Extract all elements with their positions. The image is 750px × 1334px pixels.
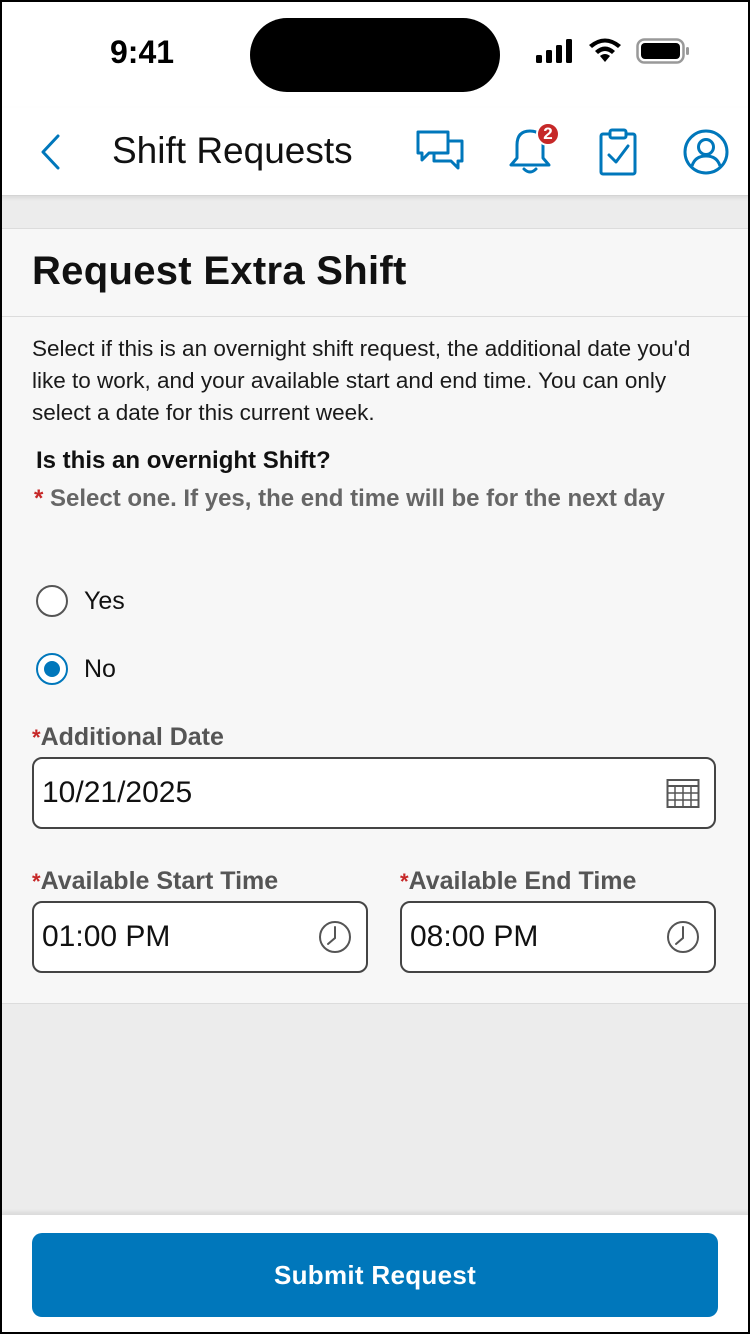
clock-icon [667,921,699,953]
required-mark: * [34,485,44,512]
card-title: Request Extra Shift [32,249,407,293]
start-time-label: *Available Start Time [32,867,278,896]
overnight-hint: * Select one. If yes, the end time will … [34,481,716,517]
date-input[interactable]: 10/21/2025 [32,757,716,829]
wifi-icon [589,38,621,62]
status-bar: 9:41 [0,0,750,108]
battery-icon [636,38,689,64]
end-time-input[interactable]: 08:00 PM [400,901,716,973]
start-time-picker-button[interactable] [318,920,352,954]
clock-icon [319,921,351,953]
end-time-value: 08:00 PM [410,920,539,953]
end-time-label: *Available End Time [400,867,636,896]
submit-request-button[interactable]: Submit Request [32,1233,718,1317]
bottom-bar: Submit Request [0,1214,750,1334]
end-time-picker-button[interactable] [666,920,700,954]
card-header: Request Extra Shift [2,229,748,317]
signal-icon [536,39,572,63]
clipboard-check-icon [599,128,637,176]
tasks-button[interactable] [592,126,644,178]
nav-title: Shift Requests [112,130,353,171]
hint-text: Select one. If yes, the end time will be… [50,485,665,512]
required-mark: * [400,869,409,894]
chat-icon [416,130,464,170]
radio-selected-dot [44,661,60,677]
status-time: 9:41 [110,34,175,70]
overnight-question: Is this an overnight Shift? [36,447,331,474]
date-value: 10/21/2025 [42,776,193,809]
calendar-icon [666,779,700,808]
date-label: *Additional Date [32,723,224,752]
user-icon [683,129,729,175]
notification-badge: 2 [536,122,560,146]
dynamic-island [250,18,500,92]
end-time-label-text: Available End Time [408,867,637,895]
status-icons [536,38,690,64]
back-chevron-icon [41,134,60,170]
back-button[interactable] [30,132,70,172]
calendar-button[interactable] [666,777,700,809]
radio-no[interactable] [36,653,68,685]
intro-text: Select if this is an overnight shift req… [32,336,691,425]
start-time-value: 01:00 PM [42,920,171,953]
radio-option-no[interactable]: No [36,653,116,685]
request-card: Request Extra Shift Select if this is an… [2,228,748,1004]
radio-yes[interactable] [36,585,68,617]
nav-bar: Shift Requests [0,108,750,196]
required-mark: * [32,869,41,894]
start-time-label-text: Available Start Time [40,867,279,895]
messages-button[interactable] [414,126,466,178]
date-label-text: Additional Date [40,723,224,751]
radio-yes-label: Yes [84,586,125,615]
required-mark: * [32,725,41,750]
profile-button[interactable] [680,126,732,178]
radio-option-yes[interactable]: Yes [36,585,125,617]
radio-no-label: No [84,654,116,683]
start-time-input[interactable]: 01:00 PM [32,901,368,973]
